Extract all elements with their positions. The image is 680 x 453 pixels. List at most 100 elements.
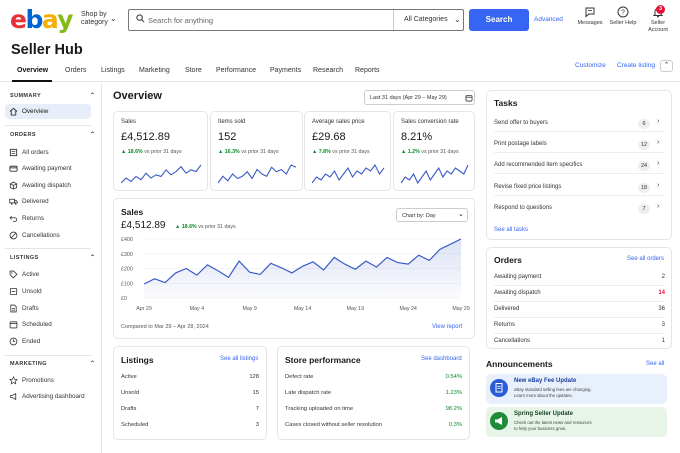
list-item[interactable]: Cases closed without seller resolution 0.… — [278, 418, 469, 434]
view-report-link[interactable]: View report — [432, 324, 462, 330]
tasks-card: Tasks Send offer to buyers 6 › Print posta… — [486, 90, 672, 240]
advanced-search-link[interactable]: Advanced — [534, 16, 563, 23]
list-item[interactable]: Delivered 36 — [494, 302, 665, 318]
sidebar-item-ended[interactable]: Ended — [5, 334, 91, 349]
divider — [5, 355, 91, 356]
orders-card: Orders See all orders Awaiting payment 2 … — [486, 247, 672, 349]
up-arrow-icon: ▲ — [218, 149, 224, 155]
see-all-announcements-link[interactable]: See all — [646, 361, 664, 367]
task-item[interactable]: Send offer to buyers 6 › — [494, 116, 665, 132]
tab-reports[interactable]: Reports — [355, 67, 380, 74]
sidebar-item-drafts[interactable]: Drafts — [5, 301, 91, 316]
task-item[interactable]: Print postage labels 12 › — [494, 137, 665, 153]
kpi-delta-value: 7.8% — [318, 149, 331, 155]
announcement-item[interactable]: New eBay Fee Update eBay standard sellin… — [486, 374, 667, 404]
list-item[interactable]: Tracking uploaded on time 98.2% — [278, 402, 469, 418]
row-value: 98.2% — [445, 406, 462, 412]
chevron-right-icon: › — [657, 139, 660, 146]
collapse-button[interactable]: ⌃ — [660, 60, 673, 72]
heading-label: MARKETING — [10, 361, 47, 367]
see-all-tasks-link[interactable]: See all tasks — [494, 227, 528, 233]
chart-by-select[interactable]: Chart by: Day ⌄ — [396, 208, 468, 222]
row-value: 128 — [249, 374, 259, 380]
list-item[interactable]: Awaiting payment 2 — [494, 270, 665, 286]
tab-overview[interactable]: Overview — [17, 67, 48, 74]
tab-research[interactable]: Research — [313, 67, 343, 74]
list-item[interactable]: Cancellations 1 — [494, 334, 665, 350]
row-value: 1 — [661, 338, 665, 344]
kpi-card-average-sales-price[interactable]: Average sales price £29.68 ▲ 7.8% vs pri… — [304, 111, 391, 191]
sidebar-item-advertising-dashboard[interactable]: Advertising dashboard — [5, 389, 91, 404]
list-item[interactable]: Returns 3 — [494, 318, 665, 334]
sidebar-item-active[interactable]: Active — [5, 267, 91, 282]
create-listing-link[interactable]: Create listing — [617, 62, 655, 69]
sidebar-item-unsold[interactable]: Unsold — [5, 284, 91, 299]
task-item[interactable]: Revise fixed price listings 18 › — [494, 180, 665, 196]
document-icon — [490, 379, 508, 397]
tab-performance[interactable]: Performance — [216, 67, 256, 74]
x-tick-label: May 4 — [190, 306, 204, 312]
sidebar-item-label: Scheduled — [22, 321, 52, 328]
sidebar-item-cancellations[interactable]: Cancellations — [5, 228, 91, 243]
unsold-icon — [9, 287, 18, 296]
task-label: Print postage labels — [494, 141, 547, 147]
search-input[interactable]: Search for anything — [148, 16, 213, 25]
task-count-badge: 6 — [638, 119, 650, 129]
sidebar-item-label: Returns — [22, 215, 45, 222]
sales-chart-title: Sales — [121, 207, 144, 217]
sidebar-item-all-orders[interactable]: All orders — [5, 145, 91, 160]
tab-marketing[interactable]: Marketing — [139, 67, 170, 74]
seller-help-button[interactable]: ? Seller Help — [607, 6, 639, 27]
sidebar-item-awaiting-dispatch[interactable]: Awaiting dispatch — [5, 178, 91, 193]
task-item[interactable]: Add recommended item specifics 24 › — [494, 158, 665, 174]
sidebar-item-promotions[interactable]: Promotions — [5, 373, 91, 388]
search-button[interactable]: Search — [469, 9, 529, 31]
row-label: Scheduled — [121, 422, 149, 428]
messages-button[interactable]: Messages — [576, 6, 604, 27]
task-item[interactable]: Respond to questions 7 › — [494, 201, 665, 217]
tab-listings[interactable]: Listings — [101, 67, 125, 74]
kpi-card-sales[interactable]: Sales £4,512.89 ▲ 18.6% vs prior 31 days — [113, 111, 208, 191]
sidebar-heading-orders[interactable]: ORDERS ⌃ — [10, 132, 95, 138]
ebay-logo[interactable]: ebay — [10, 5, 74, 34]
date-range-select[interactable]: Last 31 days (Apr 29 – May 29) — [364, 90, 475, 105]
sidebar-item-scheduled[interactable]: Scheduled — [5, 317, 91, 332]
card-icon — [9, 165, 18, 172]
list-item[interactable]: Defect rate 0.54% — [278, 370, 469, 386]
tab-store[interactable]: Store — [185, 67, 202, 74]
announcement-item[interactable]: Spring Seller Update Check out the lates… — [486, 407, 667, 437]
sidebar-item-awaiting-payment[interactable]: Awaiting payment — [5, 161, 91, 176]
sidebar-item-returns[interactable]: Returns — [5, 211, 91, 226]
category-select[interactable]: All Categories ⌄ — [393, 10, 465, 30]
shop-by-category[interactable]: Shop by category ⌄ — [81, 11, 117, 27]
list-item[interactable]: Unsold 15 — [114, 386, 266, 402]
sidebar-heading-listings[interactable]: LISTINGS ⌃ — [10, 255, 95, 261]
see-dashboard-link[interactable]: See dashboard — [421, 356, 462, 362]
list-item[interactable]: Active 128 — [114, 370, 266, 386]
kpi-card-conversion-rate[interactable]: Sales conversion rate 8.21% ▲ 1.2% vs pr… — [393, 111, 475, 191]
customize-link[interactable]: Customize — [575, 62, 606, 69]
sidebar-item-overview[interactable]: Overview — [5, 104, 91, 119]
kpi-delta-text: vs prior 31 days — [144, 149, 182, 155]
sidebar-heading-summary[interactable]: SUMMARY ⌃ — [10, 93, 95, 99]
see-all-listings-link[interactable]: See all listings — [220, 356, 258, 362]
store-performance-title: Store performance — [285, 355, 361, 365]
row-value: 0.3% — [448, 422, 462, 428]
up-arrow-icon: ▲ — [312, 149, 318, 155]
task-label: Revise fixed price listings — [494, 184, 562, 190]
logo-letter: y — [57, 5, 73, 34]
y-tick-label: £0 — [121, 296, 127, 302]
sidebar-item-delivered[interactable]: Delivered — [5, 194, 91, 209]
list-item[interactable]: Late dispatch rate 1.23% — [278, 386, 469, 402]
kpi-delta: ▲ 18.6% vs prior 31 days — [121, 149, 182, 155]
tab-orders[interactable]: Orders — [65, 67, 86, 74]
tab-payments[interactable]: Payments — [270, 67, 301, 74]
sidebar-heading-marketing[interactable]: MARKETING ⌃ — [10, 361, 95, 367]
list-item[interactable]: Scheduled 3 — [114, 418, 266, 434]
logo-letter: b — [25, 5, 43, 34]
kpi-card-items-sold[interactable]: Items sold 152 ▲ 16.3% vs prior 31 days — [210, 111, 303, 191]
see-all-orders-link[interactable]: See all orders — [627, 256, 664, 262]
list-item[interactable]: Drafts 7 — [114, 402, 266, 418]
kpi-delta-text: vs prior 31 days — [421, 149, 459, 155]
list-item[interactable]: Awaiting dispatch 14 — [494, 286, 665, 302]
